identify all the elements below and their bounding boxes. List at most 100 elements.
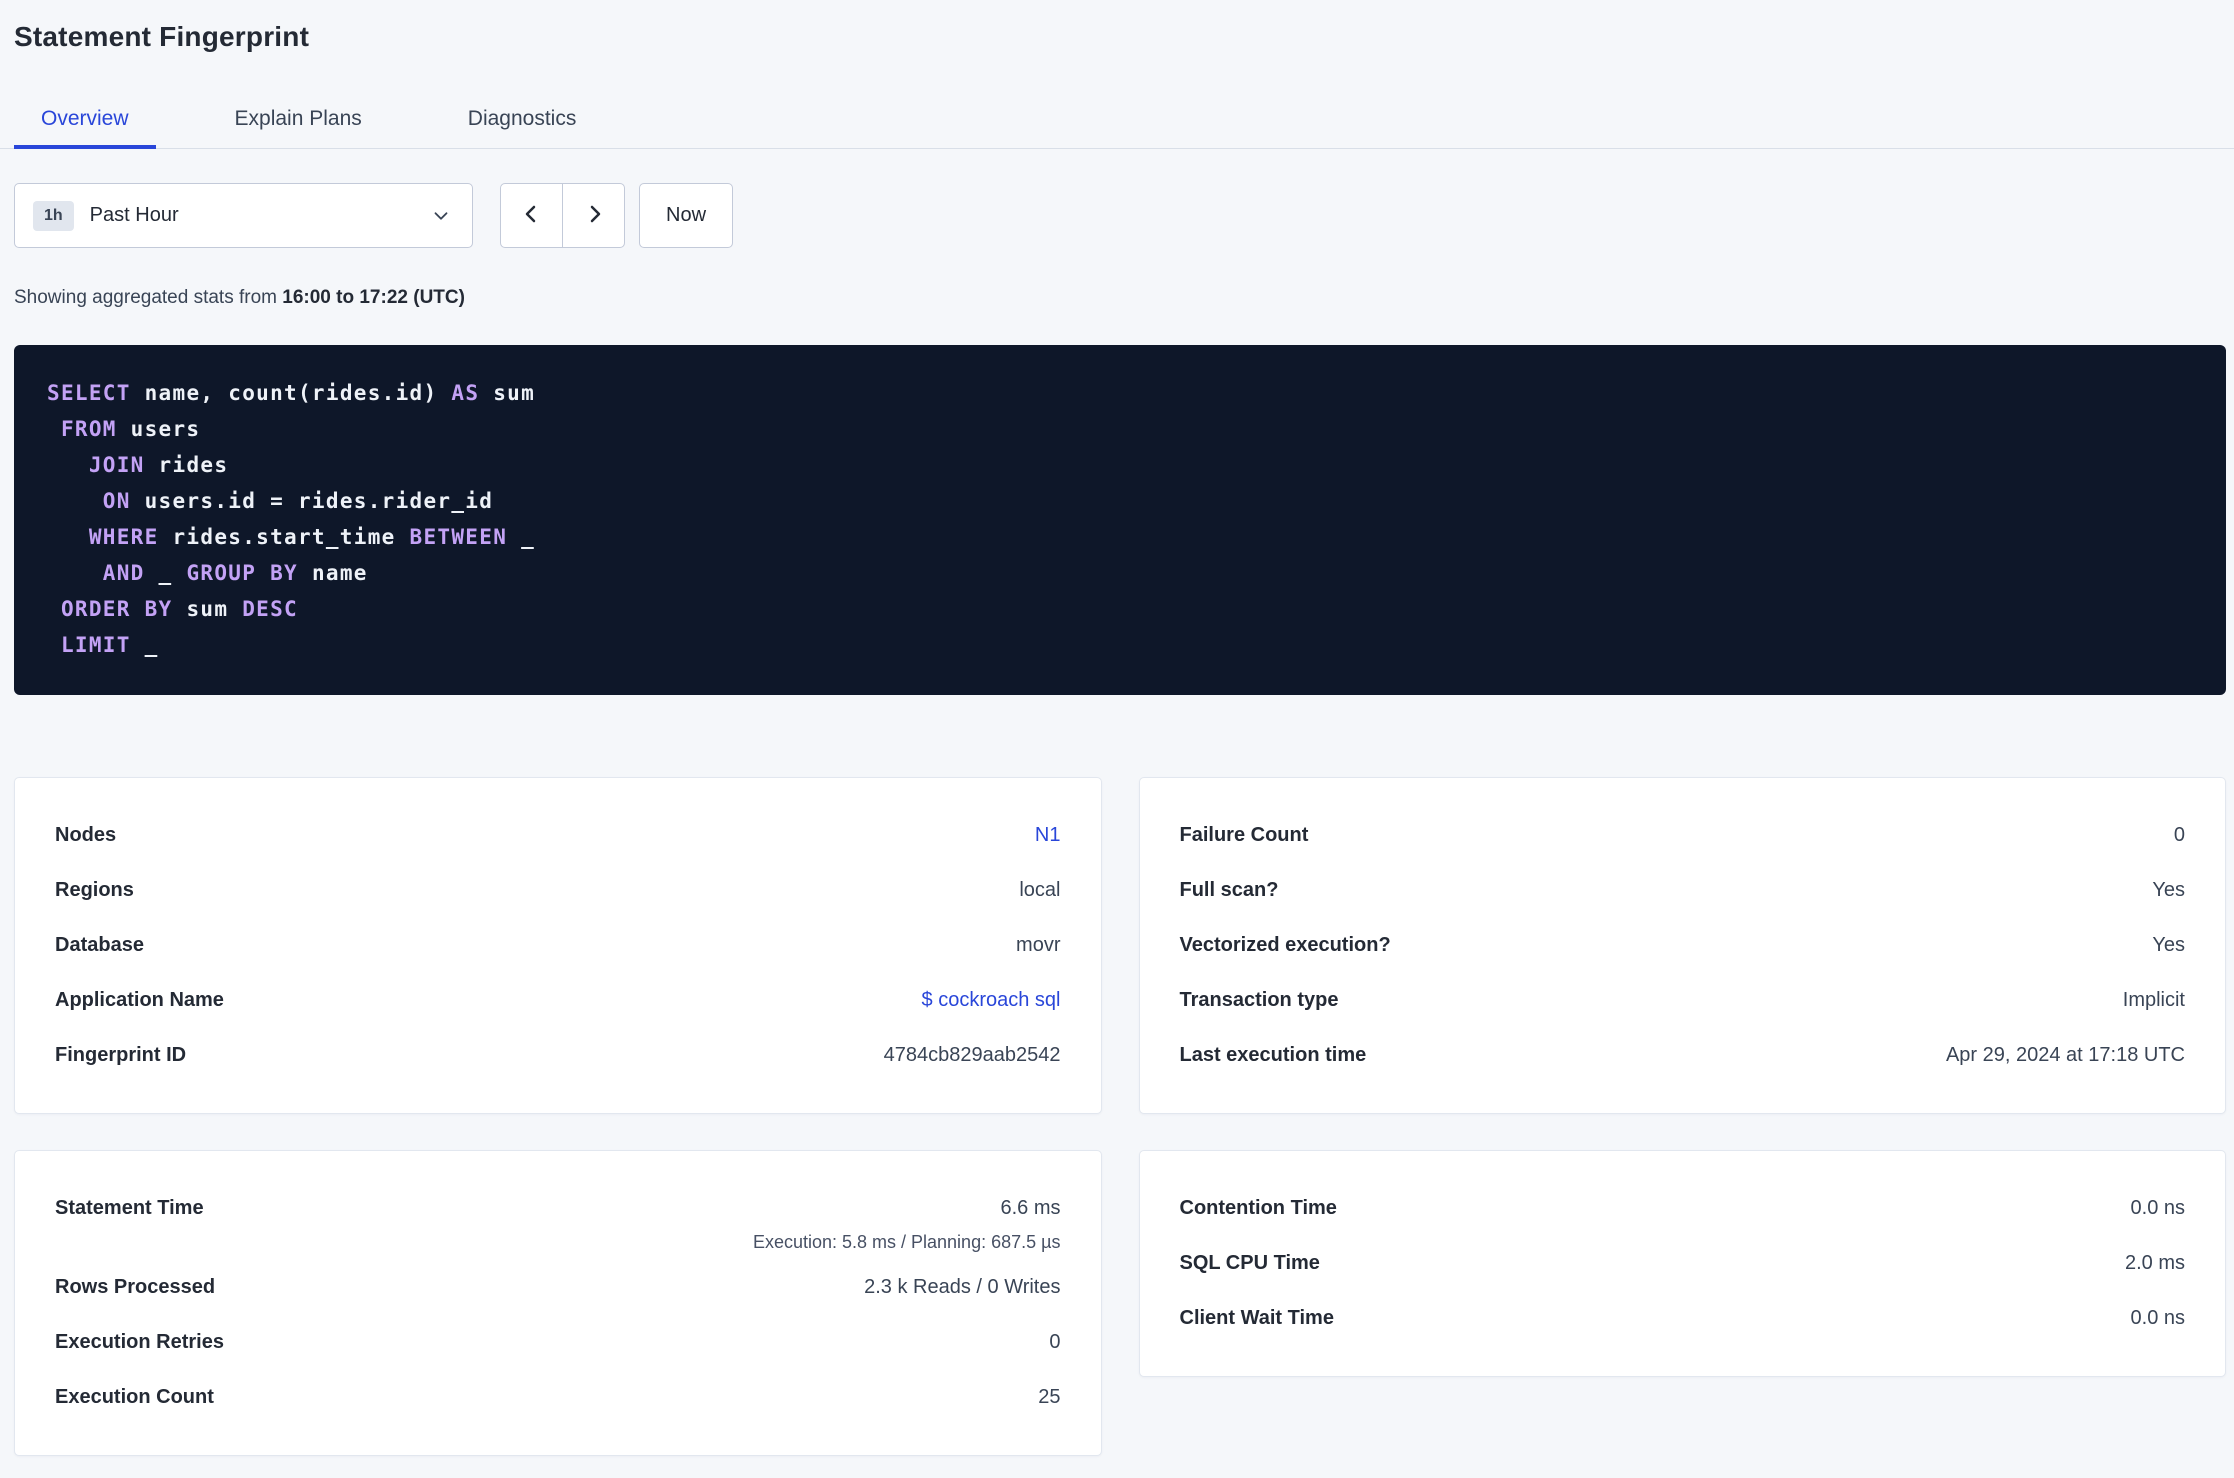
row-value-wrap: 4784cb829aab2542 [884,1044,1061,1067]
sql-line: AND _ GROUP BY name [47,555,2193,591]
row-value-wrap: 0.0 ns [2131,1197,2185,1220]
row-label: Statement Time [55,1197,204,1219]
row-value-wrap: 0 [1049,1331,1060,1354]
sql-keyword: LIMIT [47,633,131,657]
time-range-badge: 1h [33,200,74,231]
sql-line: WHERE rides.start_time BETWEEN _ [47,519,2193,555]
sql-keyword: GROUP BY [186,561,298,585]
row-value-wrap: 25 [1038,1386,1060,1409]
execution-attributes-card: Failure Count 0 Full scan? Yes Vectorized ex… [1138,777,2226,1114]
row-value-link[interactable]: N1 [1035,824,1061,846]
row-value-wrap: 0.0 ns [2131,1307,2185,1330]
tab-explain-plans[interactable]: Explain Plans [208,92,389,148]
statement-times-card: Statement Time 6.6 ms Execution: 5.8 ms / … [14,1150,1102,1456]
stats-note-range: 16:00 to 17:22 (UTC) [282,287,465,308]
tab-overview[interactable]: Overview [14,92,156,149]
row-label: Regions [55,879,134,901]
time-range-label: Past Hour [89,204,179,226]
row-value-wrap: Implicit [2123,989,2185,1012]
row-value-wrap: N1 [1035,824,1061,847]
row-value: Yes [2152,934,2185,956]
row-subtext: Execution: 5.8 ms / Planning: 687.5 µs [752,1232,1061,1252]
sql-line: SELECT name, count(rides.id) AS sum [47,375,2193,411]
sql-keyword: AND [47,561,145,585]
next-interval-button[interactable] [562,183,625,248]
row-value: 2.0 ms [2124,1252,2185,1274]
row-label: Last execution time [1179,1044,1367,1066]
row-value: 0.0 ns [2130,1197,2185,1219]
row-value-wrap: 2.0 ms [2125,1252,2185,1275]
interval-nav-group [500,183,625,248]
time-controls: 1h Past Hour Now [14,183,2226,248]
sql-token: _ [144,561,187,585]
sql-line: JOIN rides [47,447,2193,483]
card-row: SQL CPU Time 2.0 ms [1180,1236,2186,1291]
sql-token: name, count(rides.id) [130,381,452,405]
sql-statement-box: SELECT name, count(rides.id) AS sum FROM… [14,345,2226,695]
chevron-right-icon [582,202,606,229]
tab-diagnostics[interactable]: Diagnostics [441,92,604,148]
row-value: local [1019,879,1061,901]
row-label: Rows Processed [55,1276,216,1298]
card-row: Vectorized execution? Yes [1180,918,2186,973]
row-value-wrap: local [1019,879,1060,902]
row-label: Transaction type [1179,989,1339,1011]
sql-line: FROM users [47,411,2193,447]
row-value-wrap: Apr 29, 2024 at 17:18 UTC [1946,1044,2185,1067]
tab-bar: Overview Explain Plans Diagnostics [0,92,2234,149]
card-row: Database movr [55,918,1061,973]
card-row: Client Wait Time 0.0 ns [1180,1291,2186,1346]
row-value: Yes [2152,879,2185,901]
row-value-wrap: 6.6 ms Execution: 5.8 ms / Planning: 687.… [753,1181,1061,1254]
previous-interval-button[interactable] [500,183,563,248]
card-row: Execution Retries 0 [55,1315,1061,1370]
sql-line: ORDER BY sum DESC [47,591,2193,627]
row-value: 0 [1049,1331,1061,1353]
statement-fingerprint-page: Statement Fingerprint Overview Explain P… [0,20,2234,1456]
statement-details-card: Nodes N1 Regions local Database movr Applicati… [14,777,1102,1114]
row-value: movr [1016,934,1061,956]
row-value-link[interactable]: $ cockroach sql [922,989,1061,1011]
row-value-wrap: Yes [2152,934,2185,957]
card-row: Contention Time 0.0 ns [1180,1181,2186,1236]
card-row: Statement Time 6.6 ms Execution: 5.8 ms / … [55,1181,1061,1260]
sql-token: rides [144,453,229,477]
sql-token: _ [507,525,536,549]
row-value: 4784cb829aab2542 [883,1044,1061,1066]
sql-keyword: ORDER BY [47,597,173,621]
card-row: Transaction type Implicit [1180,973,2186,1028]
row-value-wrap: Yes [2152,879,2185,902]
row-value: 25 [1038,1386,1061,1408]
page-content: 1h Past Hour Now Showing aggregated stat… [0,183,2234,1456]
sql-keyword: BETWEEN [409,525,508,549]
row-label: Database [55,934,144,956]
sql-token: users [116,417,201,441]
row-value-wrap: $ cockroach sql [922,989,1061,1012]
card-row: Rows Processed 2.3 k Reads / 0 Writes [55,1260,1061,1315]
row-value-wrap: 0 [2174,824,2185,847]
time-range-dropdown[interactable]: 1h Past Hour [14,183,473,248]
sql-keyword: DESC [242,597,298,621]
chevron-left-icon [520,202,544,229]
sql-token: rides.start_time [158,525,410,549]
row-value: 0 [2173,824,2185,846]
summary-cards: Nodes N1 Regions local Database movr Applicati… [14,777,2226,1456]
card-row: Last execution time Apr 29, 2024 at 17:18… [1180,1028,2186,1083]
row-label: Application Name [55,989,224,1011]
row-value-wrap: movr [1016,934,1060,957]
chevron-down-icon [430,205,452,227]
sql-token: users.id = rides.rider_id [130,489,494,513]
page-title: Statement Fingerprint [14,21,310,52]
now-button[interactable]: Now [639,183,734,248]
row-value: 0.0 ns [2130,1307,2185,1329]
sql-keyword: SELECT [47,381,131,405]
card-row: Failure Count 0 [1180,808,2186,863]
card-row: Regions local [55,863,1061,918]
row-label: Failure Count [1179,824,1309,846]
stats-note-prefix: Showing aggregated stats from [14,287,277,308]
row-label: Execution Count [55,1386,214,1408]
sql-keyword: FROM [47,417,117,441]
row-value: 2.3 k Reads / 0 Writes [864,1276,1061,1298]
row-label: Execution Retries [55,1331,224,1353]
sql-keyword: WHERE [47,525,159,549]
